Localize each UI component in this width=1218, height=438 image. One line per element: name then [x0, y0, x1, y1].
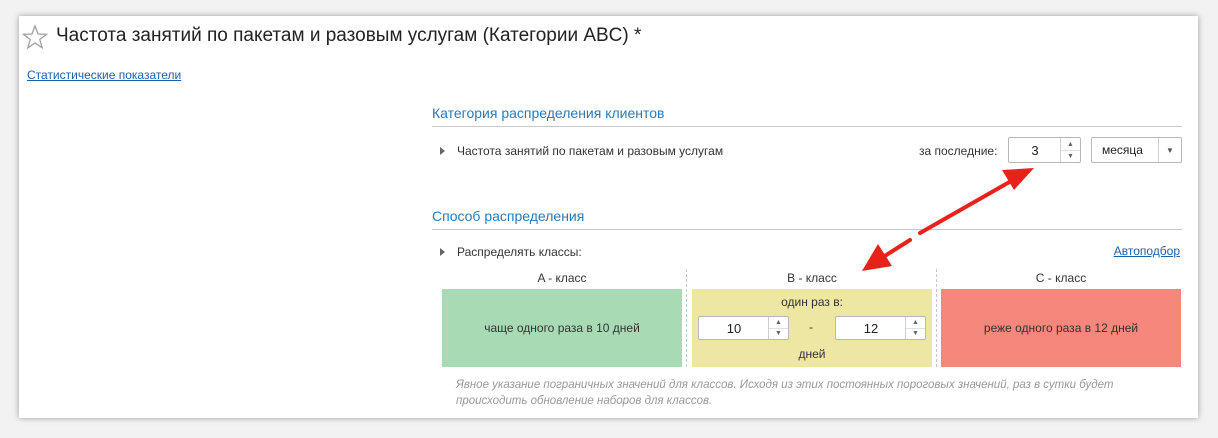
class-b-from-stepper[interactable]: 10 ▲ ▼ [698, 316, 789, 340]
expand-triangle-icon[interactable] [440, 147, 445, 155]
column-divider [686, 269, 687, 367]
class-b-header: B - класс [787, 271, 837, 285]
frequency-row-label: Частота занятий по пакетам и разовым усл… [457, 144, 724, 158]
class-a-header: A - класс [537, 271, 587, 285]
class-b-top-label: один раз в: [781, 295, 843, 309]
star-icon[interactable] [22, 24, 48, 50]
column-divider [936, 269, 937, 367]
form-window: Частота занятий по пакетам и разовым усл… [19, 16, 1198, 418]
class-c-text: реже одного раза в 12 дней [983, 321, 1139, 335]
period-label: за последние: [919, 144, 998, 158]
page-title: Частота занятий по пакетам и разовым усл… [56, 25, 642, 46]
range-dash: - [809, 320, 813, 334]
class-c-box: реже одного раза в 12 дней [941, 289, 1181, 367]
class-a-box: чаще одного раза в 10 дней [442, 289, 682, 367]
class-b-to-stepper[interactable]: 12 ▲ ▼ [835, 316, 926, 340]
class-b-from-value[interactable]: 10 [699, 317, 769, 339]
hint-note: Явное указание пограничных значений для … [456, 379, 1114, 407]
statistics-link[interactable]: Статистические показатели [27, 68, 181, 82]
class-c-header: C - класс [1035, 271, 1087, 285]
class-b-unit-label: дней [798, 347, 826, 361]
auto-select-link[interactable]: Автоподбор [1114, 244, 1180, 258]
expand-triangle-icon[interactable] [440, 248, 445, 256]
method-section-divider [432, 229, 1182, 230]
class-b-to-value[interactable]: 12 [836, 317, 906, 339]
class-b-box: один раз в: 10 ▲ ▼ - 12 ▲ ▼ дней [692, 289, 932, 367]
class-a-text: чаще одного раза в 10 дней [484, 321, 640, 335]
period-value[interactable]: 3 [1009, 138, 1061, 162]
stepper-down-icon[interactable]: ▼ [906, 328, 925, 339]
method-section-title: Способ распределения [432, 208, 585, 224]
stepper-down-icon[interactable]: ▼ [769, 328, 788, 339]
period-unit-value: месяца [1102, 143, 1143, 157]
distribute-row-label: Распределять классы: [457, 245, 582, 259]
period-stepper[interactable]: 3 ▲ ▼ [1008, 137, 1081, 163]
chevron-down-icon[interactable]: ▼ [1158, 138, 1181, 162]
category-section-divider [432, 126, 1182, 127]
stepper-down-icon[interactable]: ▼ [1061, 150, 1080, 162]
period-unit-select[interactable]: месяца ▼ [1091, 137, 1182, 163]
category-section-title: Категория распределения клиентов [432, 105, 665, 121]
